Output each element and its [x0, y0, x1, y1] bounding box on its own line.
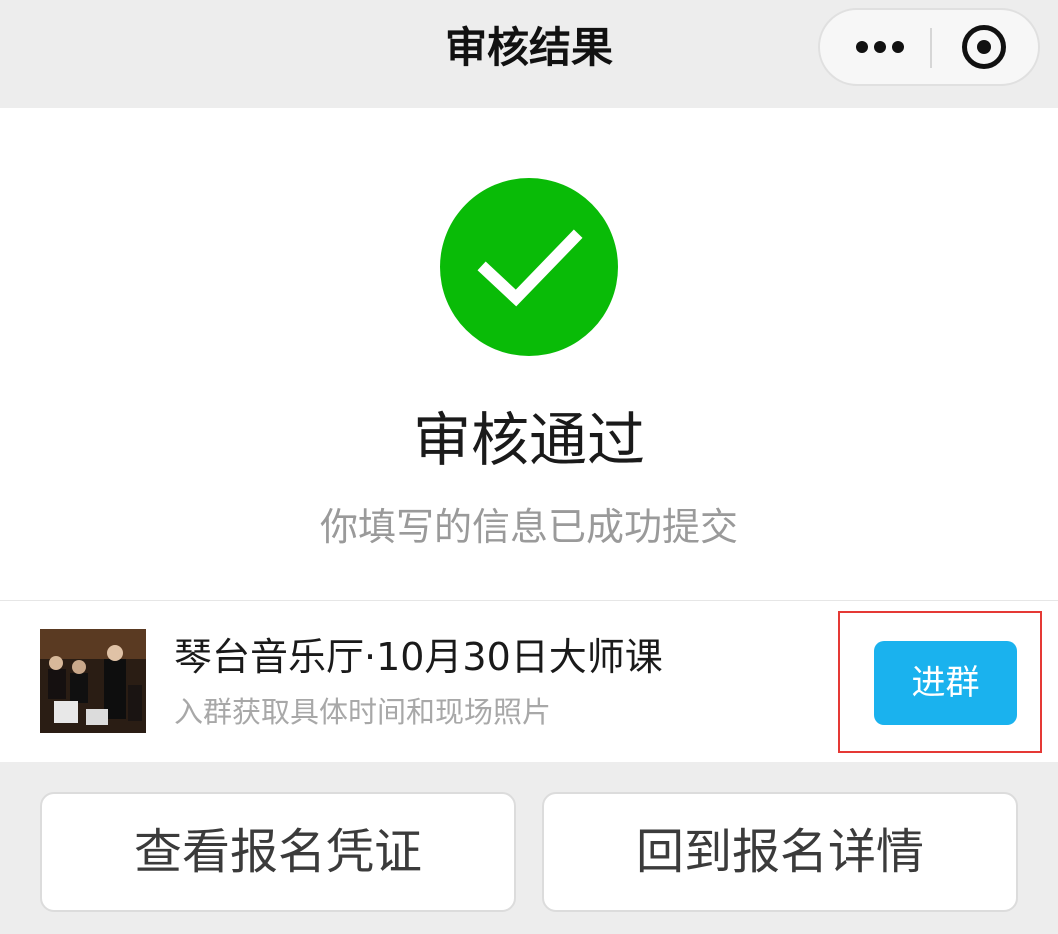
capsule-menu: [818, 8, 1040, 86]
result-section: 审核通过 你填写的信息已成功提交: [0, 108, 1058, 600]
capsule-divider: [930, 28, 932, 68]
result-description: 你填写的信息已成功提交: [319, 505, 738, 549]
more-dots-icon[interactable]: [850, 10, 910, 84]
page: 审核结果 审核通过 你填写的信息已成功提交 琴台音乐厅·10月30日大师课 入群…: [0, 0, 1058, 934]
group-card: 琴台音乐厅·10月30日大师课 入群获取具体时间和现场照片 进群: [0, 600, 1058, 762]
back-to-details-button[interactable]: 回到报名详情: [542, 792, 1018, 912]
success-check-icon: [440, 178, 618, 356]
group-subtitle: 入群获取具体时间和现场照片: [174, 695, 552, 729]
view-voucher-button[interactable]: 查看报名凭证: [40, 792, 516, 912]
concert-thumbnail: [40, 629, 146, 733]
miniprogram-close-icon[interactable]: [962, 25, 1006, 69]
join-group-button[interactable]: 进群: [874, 641, 1017, 725]
navigation-bar: 审核结果: [0, 0, 1058, 108]
group-title: 琴台音乐厅·10月30日大师课: [174, 635, 663, 679]
result-title: 审核通过: [412, 406, 645, 474]
